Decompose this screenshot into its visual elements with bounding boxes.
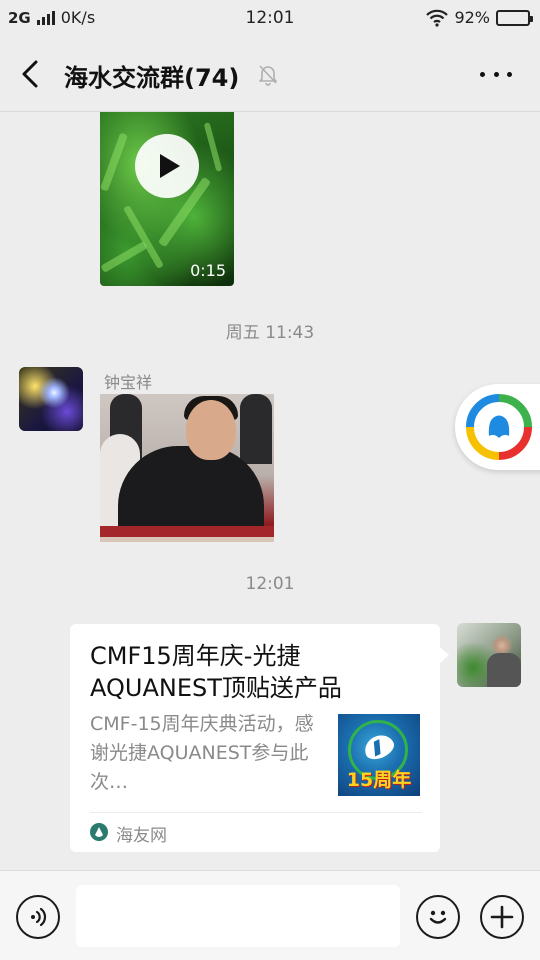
plus-icon[interactable] <box>480 895 524 939</box>
status-bar: 2G 0K/s 12:01 92% <box>0 0 540 36</box>
link-card-message[interactable]: CMF15周年庆-光捷AQUANEST顶贴送产品 CMF-15周年庆典活动，感谢… <box>70 624 449 852</box>
tencent-news-icon[interactable] <box>466 394 532 460</box>
sender-name: 钟宝祥 <box>104 373 153 392</box>
message-timestamp: 12:01 <box>245 574 295 594</box>
chat-title[interactable]: 海水交流群(74) <box>64 58 239 93</box>
floating-window[interactable] <box>455 384 540 470</box>
input-bar <box>0 870 540 960</box>
play-icon[interactable] <box>135 134 199 198</box>
link-card-thumbnail: 15周年 <box>338 714 420 796</box>
link-card-source: 海友网 <box>116 826 167 846</box>
avatar[interactable] <box>457 623 521 687</box>
video-message[interactable]: 0:15 <box>100 112 234 286</box>
thumbnail-text: 15周年 <box>346 769 412 791</box>
avatar[interactable] <box>19 367 83 431</box>
link-card-title: CMF15周年庆-光捷AQUANEST顶贴送产品 <box>90 642 342 702</box>
status-right: 92% <box>426 8 533 27</box>
back-icon[interactable] <box>14 54 50 94</box>
message-timestamp: 周五 11:43 <box>225 323 315 343</box>
divider <box>90 812 422 813</box>
battery-icon <box>496 9 533 26</box>
video-duration: 0:15 <box>190 261 226 280</box>
message-input[interactable] <box>76 885 400 947</box>
link-card-description: CMF-15周年庆典活动，感谢光捷AQUANEST参与此次… <box>90 713 314 793</box>
image-message[interactable] <box>100 394 274 542</box>
more-icon[interactable] <box>480 66 512 82</box>
battery-percent: 92% <box>454 8 490 27</box>
chat-header: 海水交流群(74) <box>0 36 540 112</box>
wifi-icon <box>426 9 449 27</box>
mute-bell-icon <box>259 65 277 86</box>
source-icon <box>90 823 108 841</box>
voice-icon[interactable] <box>16 895 60 939</box>
emoji-icon[interactable] <box>416 895 460 939</box>
chat-area[interactable]: 0:15 周五 11:43 钟宝祥 12:01 CMF15周年庆-光捷AQUAN… <box>0 112 540 870</box>
